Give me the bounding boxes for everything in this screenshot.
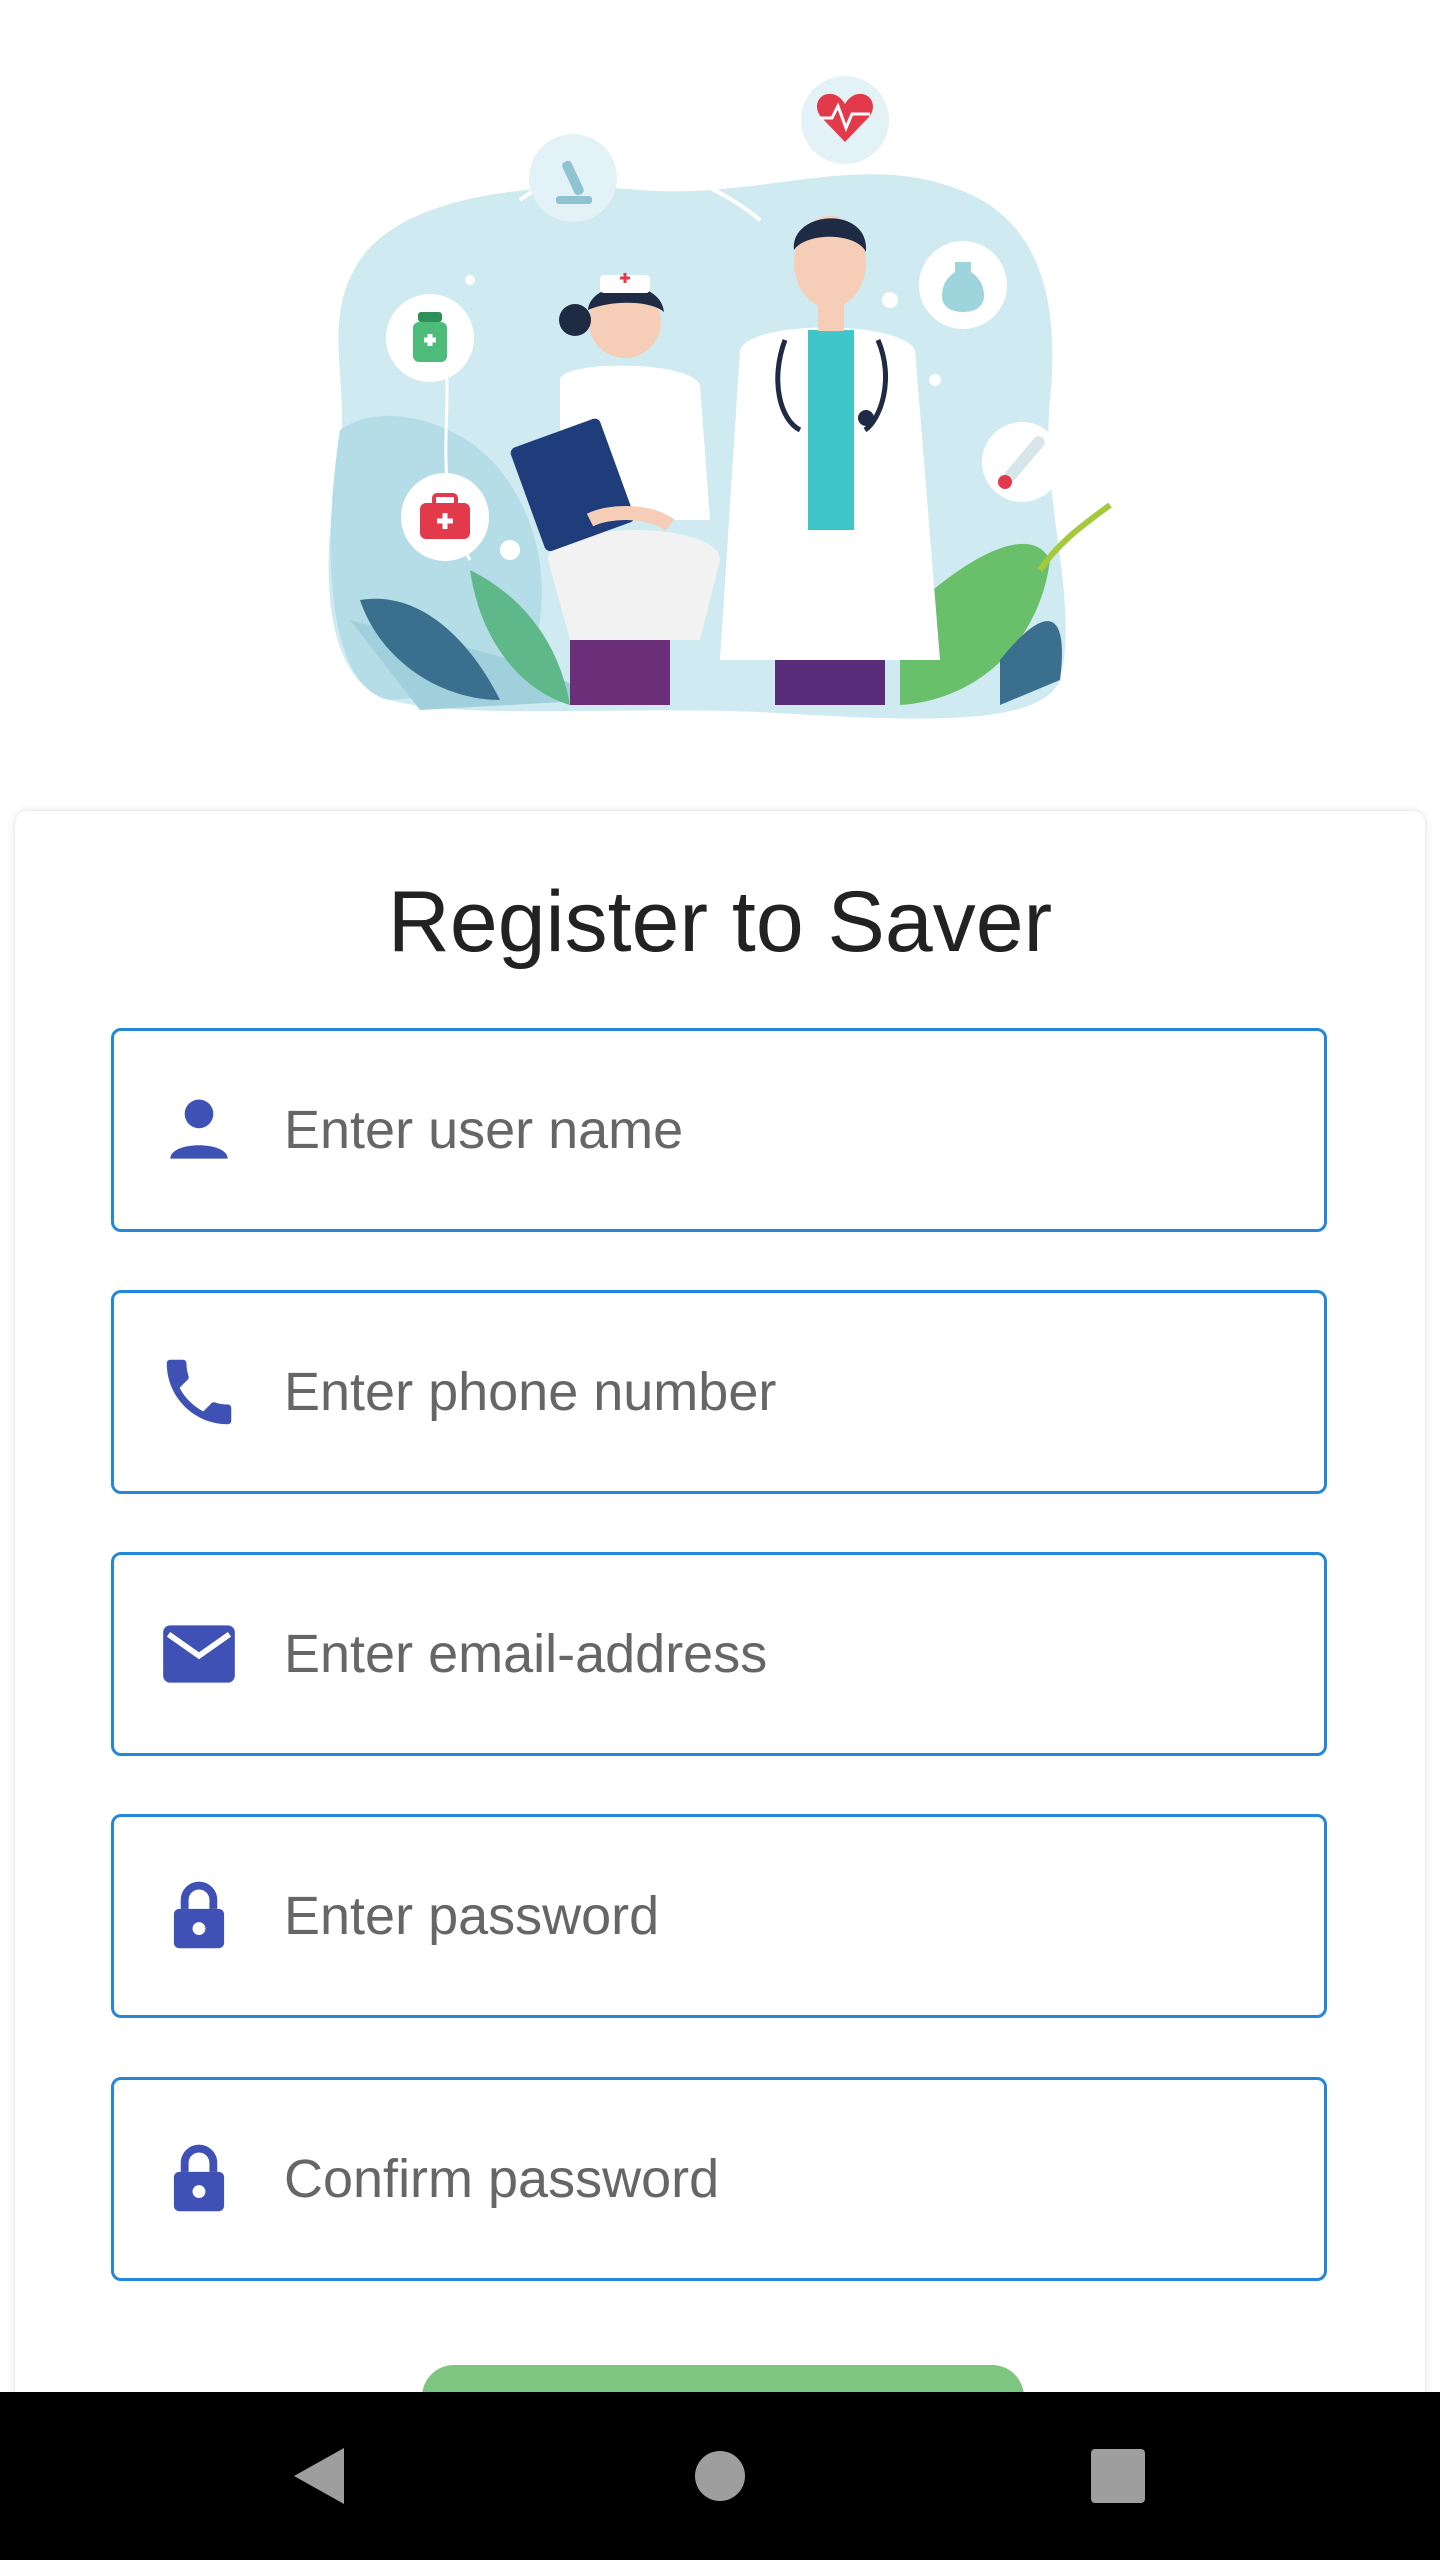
pill-bottle-icon — [386, 294, 474, 382]
register-card: Register to Saver — [15, 811, 1425, 2560]
microscope-icon — [529, 134, 617, 222]
heart-pulse-icon — [801, 76, 889, 164]
mail-icon — [156, 1611, 242, 1697]
username-field[interactable] — [111, 1028, 1327, 1232]
password-field[interactable] — [111, 1814, 1327, 2018]
back-triangle-icon — [294, 2448, 344, 2504]
password-input[interactable] — [284, 1857, 1284, 1975]
confirm-password-field[interactable] — [111, 2077, 1327, 2281]
thermometer-icon — [982, 422, 1062, 502]
phone-field[interactable] — [111, 1290, 1327, 1494]
username-input[interactable] — [284, 1071, 1284, 1189]
system-navigation-bar — [0, 2392, 1440, 2560]
recents-square-icon — [1091, 2449, 1145, 2503]
medicine-bottle-icon — [919, 241, 1007, 329]
back-button[interactable] — [238, 2392, 398, 2560]
home-button[interactable] — [640, 2392, 800, 2560]
phone-input[interactable] — [284, 1333, 1284, 1451]
person-icon — [156, 1087, 242, 1173]
confirm-password-input[interactable] — [284, 2120, 1284, 2238]
first-aid-kit-icon — [401, 473, 489, 561]
lock-icon — [156, 2136, 242, 2222]
email-field[interactable] — [111, 1552, 1327, 1756]
email-input[interactable] — [284, 1595, 1284, 1713]
phone-icon — [156, 1349, 242, 1435]
home-circle-icon — [695, 2451, 745, 2501]
page-title: Register to Saver — [387, 874, 1053, 970]
hero-illustration — [0, 0, 1440, 790]
lock-icon — [156, 1873, 242, 1959]
recents-button[interactable] — [1038, 2392, 1198, 2560]
